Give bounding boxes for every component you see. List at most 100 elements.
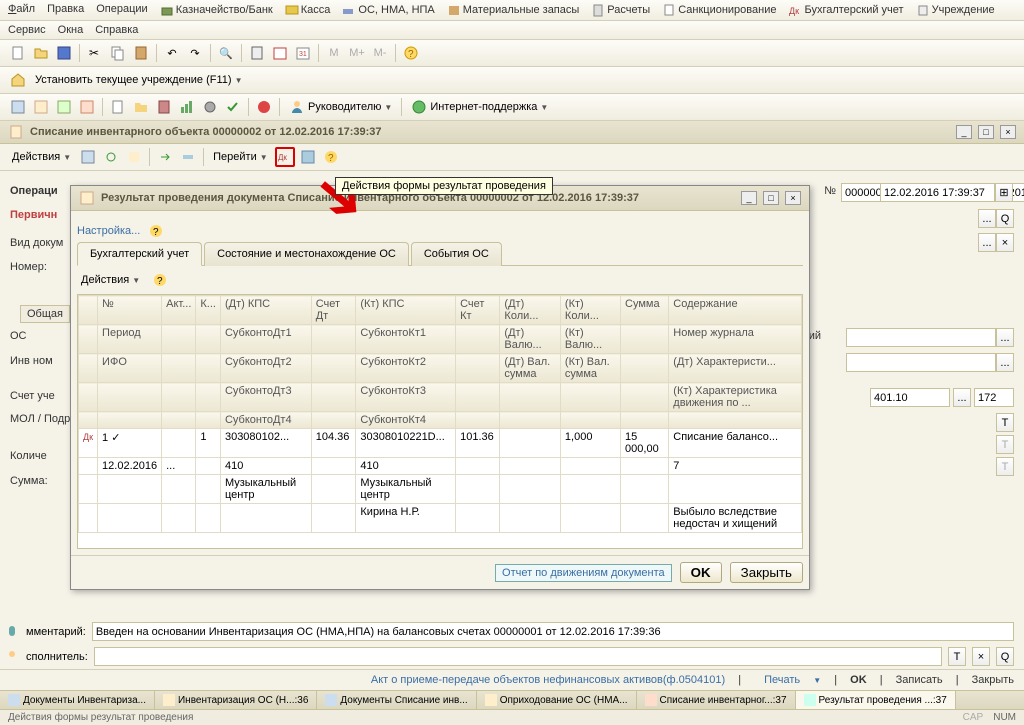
nav-btn-3[interactable] xyxy=(54,97,74,117)
grid-header-cell[interactable]: ИФО xyxy=(98,354,162,383)
menu-edit[interactable]: Правка xyxy=(47,3,84,17)
grid-header-cell[interactable] xyxy=(560,412,620,429)
grid-cell[interactable]: 303080102... xyxy=(220,429,311,458)
tab-location[interactable]: Состояние и местонахождение ОС xyxy=(204,242,409,266)
grid-header-cell[interactable] xyxy=(456,325,500,354)
grid-header-cell[interactable]: № xyxy=(98,296,162,325)
bottom-save-button[interactable]: Записать xyxy=(896,674,943,686)
field-4[interactable] xyxy=(846,353,996,372)
grid-header-cell[interactable]: Счет Кт xyxy=(456,296,500,325)
grid-header-cell[interactable] xyxy=(196,412,221,429)
dlg-max-button[interactable]: □ xyxy=(763,191,779,205)
grid-header-cell[interactable]: СубконтоКт4 xyxy=(356,412,456,429)
grid-cell[interactable] xyxy=(500,458,560,475)
grid-header-cell[interactable] xyxy=(311,383,356,412)
grid-header-cell[interactable] xyxy=(162,354,196,383)
grid-cell[interactable] xyxy=(162,475,196,504)
btn-3[interactable]: ... xyxy=(996,328,1014,347)
grid-header-cell[interactable]: Номер журнала xyxy=(669,325,802,354)
nav-btn-5[interactable] xyxy=(108,97,128,117)
lookup-q1[interactable]: Q xyxy=(996,209,1014,228)
dlg-min-button[interactable]: _ xyxy=(741,191,757,205)
grid-header-cell[interactable] xyxy=(162,412,196,429)
grid-cell[interactable] xyxy=(311,475,356,504)
date-button[interactable]: 31 xyxy=(293,43,313,63)
close-button[interactable]: Закрыть xyxy=(730,562,803,583)
grid-header-cell[interactable]: Счет Дт xyxy=(311,296,356,325)
doc-btn-4[interactable] xyxy=(155,147,175,167)
acc-btn-1[interactable]: ... xyxy=(953,388,971,407)
grid-cell[interactable]: 410 xyxy=(220,458,311,475)
grid-cell[interactable]: Музыкальный центр xyxy=(356,475,456,504)
doc-help-button[interactable]: ? xyxy=(321,147,341,167)
grid-cell[interactable]: Списание балансо... xyxy=(669,429,802,458)
grid-cell[interactable]: 12.02.2016 xyxy=(98,458,162,475)
result-button[interactable]: Дк xyxy=(275,147,295,167)
grid-cell[interactable] xyxy=(560,458,620,475)
grid-cell[interactable]: 1,000 xyxy=(560,429,620,458)
grid-header-cell[interactable]: (Дт) Характеристи... xyxy=(669,354,802,383)
tab-events[interactable]: События ОС xyxy=(411,242,502,266)
wintab-2[interactable]: Инвентаризация ОС (Н...:36 xyxy=(155,691,317,709)
wintab-4[interactable]: Оприходование ОС (НМА... xyxy=(477,691,637,709)
set-institution-button[interactable]: Установить текущее учреждение (F11)▼ xyxy=(31,74,247,86)
grid-cell[interactable] xyxy=(311,504,356,533)
leader-menu[interactable]: Руководителю▼ xyxy=(285,99,396,115)
grid-cell[interactable]: 1 xyxy=(196,429,221,458)
grid-cell[interactable] xyxy=(621,475,669,504)
menu-accounting[interactable]: ДкБухгалтерский учет xyxy=(788,3,903,17)
bottom-ok-button[interactable]: OK xyxy=(850,674,867,686)
bottom-close-button[interactable]: Закрыть xyxy=(972,674,1014,686)
grid-header-cell[interactable]: СубконтоКт1 xyxy=(356,325,456,354)
nav-btn-9[interactable] xyxy=(200,97,220,117)
acc-field-1[interactable] xyxy=(870,388,950,407)
menu-help[interactable]: Справка xyxy=(95,24,138,36)
grid-header-cell[interactable] xyxy=(456,412,500,429)
menu-institution[interactable]: Учреждение xyxy=(916,3,995,17)
dlg-actions-menu[interactable]: Действия▼ xyxy=(77,274,144,286)
grid-header-cell[interactable]: Акт... xyxy=(162,296,196,325)
executor-input[interactable] xyxy=(94,647,942,666)
redo-button[interactable]: ↷ xyxy=(185,43,205,63)
institution-icon-button[interactable] xyxy=(8,70,28,90)
grid-cell[interactable] xyxy=(196,504,221,533)
grid-cell[interactable] xyxy=(560,504,620,533)
grid-header-cell[interactable]: (Кт) КПС xyxy=(356,296,456,325)
grid-cell[interactable]: 101.36 xyxy=(456,429,500,458)
nav-btn-10[interactable] xyxy=(223,97,243,117)
grid-header-cell[interactable]: (Кт) Характеристика движения по ... xyxy=(669,383,802,412)
grid-cell[interactable] xyxy=(456,458,500,475)
grid-cell[interactable] xyxy=(162,429,196,458)
grid-header-cell[interactable] xyxy=(162,383,196,412)
menu-service[interactable]: Сервис xyxy=(8,24,46,36)
wintab-6[interactable]: Результат проведения ...:37 xyxy=(796,691,956,709)
grid-header-cell[interactable] xyxy=(98,383,162,412)
maximize-button[interactable]: □ xyxy=(978,125,994,139)
grid-header-cell[interactable] xyxy=(621,412,669,429)
help-button[interactable]: ? xyxy=(401,43,421,63)
date-picker-button[interactable]: ⊞ xyxy=(995,183,1013,202)
grid-cell[interactable]: Кирина Н.Р. xyxy=(356,504,456,533)
save-button[interactable] xyxy=(54,43,74,63)
grid-header-cell[interactable] xyxy=(621,383,669,412)
calendar-button[interactable] xyxy=(270,43,290,63)
grid-header-cell[interactable] xyxy=(196,383,221,412)
grid-header-cell[interactable]: (Кт) Валю... xyxy=(560,325,620,354)
support-menu[interactable]: Интернет-поддержка▼ xyxy=(407,99,552,115)
grid-cell[interactable] xyxy=(456,475,500,504)
nav-btn-1[interactable] xyxy=(8,97,28,117)
grid-header-cell[interactable] xyxy=(500,383,560,412)
grid-cell[interactable] xyxy=(500,475,560,504)
grid-cell[interactable] xyxy=(220,504,311,533)
grid-cell[interactable] xyxy=(621,504,669,533)
t-btn-2[interactable]: T xyxy=(996,435,1014,454)
grid-header-cell[interactable]: К... xyxy=(196,296,221,325)
grid-cell[interactable]: Выбыло вследствие недостач и хищений xyxy=(669,504,802,533)
grid-cell[interactable] xyxy=(560,475,620,504)
grid-header-cell[interactable]: (Дт) Коли... xyxy=(500,296,560,325)
grid-cell[interactable] xyxy=(500,504,560,533)
grid-header-cell[interactable] xyxy=(669,412,802,429)
lookup-x2[interactable]: × xyxy=(996,233,1014,252)
menu-sanction[interactable]: Санкционирование xyxy=(662,3,776,17)
grid-cell[interactable] xyxy=(456,504,500,533)
